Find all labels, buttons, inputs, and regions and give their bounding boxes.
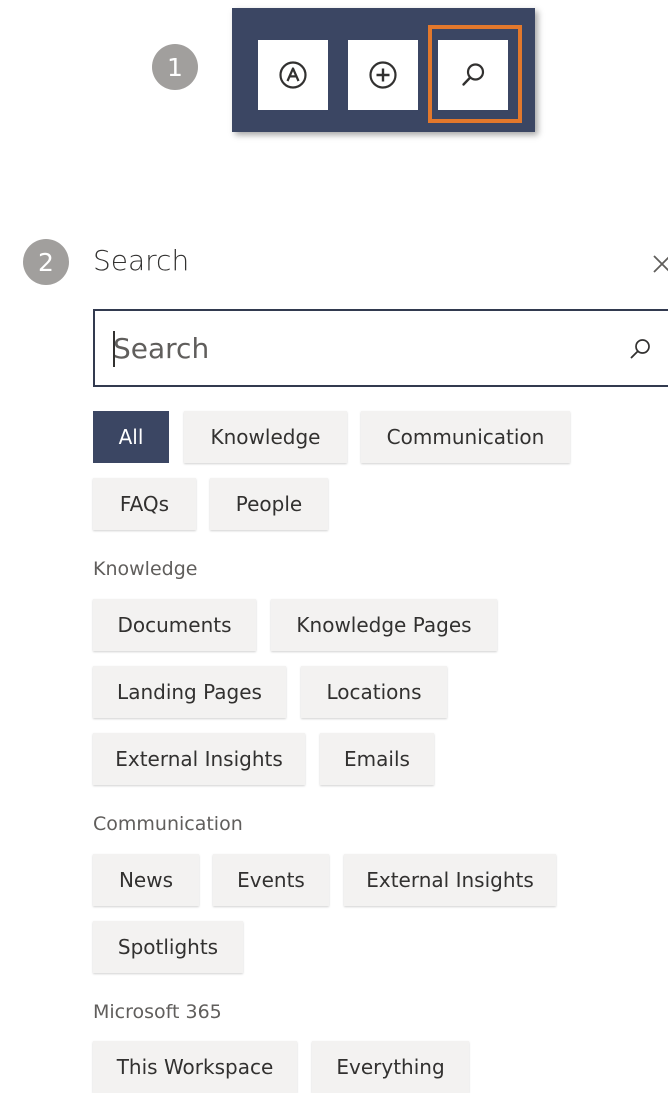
search-button-highlight	[428, 25, 522, 123]
search-box	[93, 309, 668, 387]
toolbar-add-button[interactable]	[348, 40, 418, 110]
plus-circle-icon	[369, 61, 397, 89]
search-input[interactable]	[113, 325, 593, 371]
chip-news[interactable]: News	[93, 854, 199, 906]
chip-external-insights[interactable]: External Insights	[93, 733, 305, 785]
filter-chip-knowledge[interactable]: Knowledge	[184, 411, 347, 463]
close-icon	[653, 255, 668, 273]
search-icon[interactable]	[627, 336, 653, 362]
toolbar	[232, 8, 535, 132]
chip-knowledge-pages[interactable]: Knowledge Pages	[271, 599, 497, 651]
toolbar-a-button[interactable]	[258, 40, 328, 110]
filter-chip-faqs[interactable]: FAQs	[93, 478, 196, 530]
filter-chip-communication[interactable]: Communication	[361, 411, 570, 463]
step-badge-2: 2	[23, 239, 69, 285]
panel-title: Search	[93, 244, 190, 277]
chip-emails[interactable]: Emails	[320, 733, 434, 785]
chip-events[interactable]: Events	[213, 854, 329, 906]
chip-documents[interactable]: Documents	[93, 599, 256, 651]
chip-this-workspace[interactable]: This Workspace	[93, 1041, 297, 1093]
close-button[interactable]	[648, 248, 668, 278]
text-cursor	[113, 331, 115, 367]
filter-chip-all[interactable]: All	[93, 411, 169, 463]
chip-external-insights-communication[interactable]: External Insights	[344, 854, 556, 906]
chip-everything[interactable]: Everything	[312, 1041, 469, 1093]
step-badge-1: 1	[152, 44, 198, 90]
section-label-knowledge: Knowledge	[93, 558, 198, 580]
section-label-microsoft-365: Microsoft 365	[93, 1001, 222, 1023]
a-circle-icon	[279, 61, 307, 89]
chip-landing-pages[interactable]: Landing Pages	[93, 666, 286, 718]
chip-spotlights[interactable]: Spotlights	[93, 921, 243, 973]
section-label-communication: Communication	[93, 813, 243, 835]
chip-locations[interactable]: Locations	[301, 666, 447, 718]
filter-chip-people[interactable]: People	[210, 478, 328, 530]
